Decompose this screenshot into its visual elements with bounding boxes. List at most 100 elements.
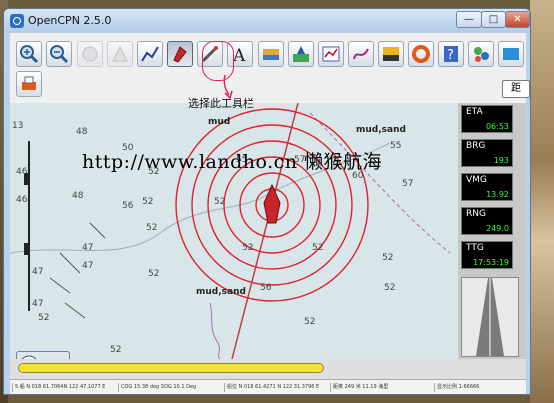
sounding: 56 (122, 201, 134, 211)
chart-quilt-icon (263, 49, 279, 60)
instrument-brg: BRG 193 (461, 139, 513, 167)
client-area: A ? 13 48 52 55 57 50 56 46 46 52 52 55 … (10, 33, 526, 394)
colour-scheme-icon (383, 47, 399, 61)
scale-in-icon (82, 46, 98, 62)
sounding: 52 (148, 269, 160, 279)
sounding: 47 (32, 267, 44, 277)
man-overboard-button[interactable] (408, 41, 434, 67)
instrument-ttg: TTG 17:53:19 (461, 241, 513, 269)
route-manager-button[interactable] (318, 41, 344, 67)
sounding: 52 (304, 317, 316, 327)
sounding: 46 (16, 195, 28, 205)
main-toolbar: A ? (10, 33, 526, 99)
seabed-label: mud,sand (196, 287, 246, 297)
help-button[interactable]: ? (438, 41, 464, 67)
progress-bar (18, 363, 324, 373)
instrument-value: 249.0 (486, 224, 509, 233)
ais-icon (503, 48, 519, 60)
seabed-label: mud (208, 117, 231, 127)
zoom-out-icon (50, 45, 69, 64)
scale-in-button[interactable] (77, 41, 103, 67)
watermark-text: http://www.landho.cn 懒猴航海 (82, 151, 383, 173)
status-field-cog: COG 15.38 deg SOG 10.1 Deg (118, 383, 221, 392)
status-field-scale: 显示比例 1:66666 (434, 383, 525, 392)
zoom-in-icon (20, 45, 39, 64)
svg-text:?: ? (447, 48, 454, 63)
status-strip (10, 359, 526, 379)
maximize-button[interactable]: □ (481, 11, 506, 28)
instrument-value: 193 (493, 156, 509, 165)
sounding: 48 (76, 127, 88, 137)
sounding: 55 (390, 141, 402, 151)
scale-out-icon (112, 45, 128, 62)
instrument-panel: ETA 06:53 BRG 193 VMG 13.92 RNG 249.0 TT… (458, 103, 526, 359)
instrument-value: 13.92 (486, 190, 509, 199)
seabed-label: mud,sand (356, 125, 406, 135)
settings-button[interactable] (468, 41, 494, 67)
sounding: 52 (382, 253, 394, 263)
scale-out-button[interactable] (107, 41, 133, 67)
track-icon (353, 48, 369, 60)
toolbar-caption: 选择此工具栏 (188, 97, 254, 110)
sounding: 46 (16, 167, 28, 177)
sounding: 57 (402, 179, 414, 189)
zoom-out-button[interactable] (46, 41, 72, 67)
highway-display (461, 277, 519, 357)
desktop-wallpaper-strip (530, 0, 554, 403)
status-bar: S 船 N 018 61.7064N 122 47.1077 E COG 15.… (10, 379, 526, 394)
sounding: 52 (242, 243, 254, 253)
status-field-cursor: 船位 N 018 61.4271 N 122 31.3796 E (224, 383, 327, 392)
route-manager-icon (322, 46, 340, 62)
sounding: 52 (214, 197, 226, 207)
side-tab[interactable]: 距 (502, 80, 530, 98)
track-button[interactable] (348, 41, 374, 67)
chart-quilt-button[interactable] (258, 41, 284, 67)
instrument-label: TTG (466, 243, 484, 253)
svg-text:A: A (232, 46, 246, 64)
ais-button[interactable] (498, 41, 524, 67)
scale-label: 13 (12, 121, 24, 131)
print-button[interactable] (16, 71, 42, 97)
tide-button[interactable] (288, 41, 314, 67)
route-icon (141, 46, 159, 62)
sounding: 52 (38, 313, 50, 323)
instrument-value: 06:53 (485, 122, 509, 131)
opencpn-app-icon (10, 14, 24, 28)
colour-scheme-button[interactable] (378, 41, 404, 67)
highway-icon (476, 278, 504, 356)
follow-ship-button[interactable] (167, 41, 193, 67)
opencpn-window: OpenCPN 2.5.0 — □ ✕ A ? 13 48 52 55 57 5… (3, 8, 531, 395)
scale-bar (28, 141, 30, 311)
ship-follow-icon (173, 46, 187, 63)
route-button[interactable] (137, 41, 163, 67)
instrument-eta: ETA 06:53 (461, 105, 513, 133)
sounding: 52 (384, 283, 396, 293)
instrument-label: ETA (466, 107, 483, 117)
man-overboard-icon (412, 45, 430, 63)
scale-tick (24, 243, 29, 255)
window-title: OpenCPN 2.5.0 (28, 14, 112, 27)
zoom-in-button[interactable] (16, 41, 42, 67)
instrument-label: RNG (466, 209, 486, 219)
gps-status-indicator (16, 351, 70, 359)
sounding: 52 (146, 223, 158, 233)
sounding: 52 (312, 243, 324, 253)
close-button[interactable]: ✕ (505, 11, 530, 28)
gps-signal-icon (21, 355, 37, 359)
minimize-button[interactable]: — (456, 11, 482, 28)
settings-icon (474, 47, 489, 62)
sounding: 47 (82, 261, 94, 271)
chart-canvas[interactable]: 13 48 52 55 57 50 56 46 46 52 52 55 57 6… (10, 103, 458, 359)
sounding: 52 (110, 345, 122, 355)
instrument-rng: RNG 249.0 (461, 207, 513, 235)
sounding: 48 (72, 191, 84, 201)
print-icon (22, 76, 36, 90)
title-bar[interactable]: OpenCPN 2.5.0 — □ ✕ (4, 9, 530, 33)
instrument-value: 17:53:19 (473, 258, 509, 267)
tide-icon (293, 46, 309, 62)
sounding: 47 (82, 243, 94, 253)
sounding: 52 (142, 197, 154, 207)
sounding: 47 (32, 299, 44, 309)
instrument-label: BRG (466, 141, 486, 151)
status-field-range: 距离 249 米 11.19 海里 (330, 383, 433, 392)
